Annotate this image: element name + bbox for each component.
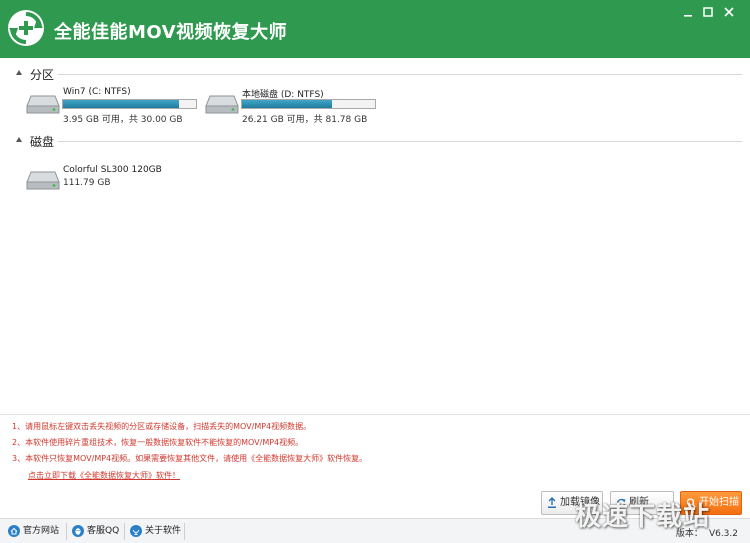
disk-size: 111.79 GB	[63, 178, 111, 188]
status-divider	[124, 523, 125, 540]
app-logo-icon	[7, 9, 45, 47]
section-divider	[58, 74, 742, 75]
upload-icon	[548, 497, 556, 508]
hard-drive-icon	[26, 171, 60, 190]
section-divider	[58, 141, 742, 142]
collapse-arrow-icon[interactable]	[16, 137, 22, 142]
minimize-icon	[684, 15, 692, 17]
support-qq-link[interactable]: 客服QQ	[72, 524, 119, 540]
disk-name: Colorful SL300 120GB	[63, 165, 162, 175]
website-link[interactable]: 官方网站	[8, 524, 59, 540]
maximize-icon	[703, 7, 713, 17]
website-label: 官方网站	[23, 526, 60, 536]
close-button[interactable]	[719, 3, 739, 21]
partition-size: 26.21 GB 可用，共 81.78 GB	[242, 115, 368, 125]
partition-usage-bar	[62, 99, 197, 109]
about-label: 关于软件	[145, 526, 182, 536]
usage-tips: 1、请用鼠标左键双击丢失视频的分区或存储设备，扫描丢失的MOV/MP4视频数据。…	[12, 419, 367, 484]
partitions-section-title: 分区	[30, 68, 55, 82]
disks-section-title: 磁盘	[30, 135, 55, 149]
tip-line: 1、请用鼠标左键双击丢失视频的分区或存储设备，扫描丢失的MOV/MP4视频数据。	[12, 422, 312, 431]
maximize-button[interactable]	[698, 3, 718, 21]
close-icon	[724, 7, 734, 17]
hard-drive-icon	[26, 95, 60, 114]
hard-drive-icon	[205, 95, 239, 114]
partition-item-c[interactable]: Win7 (C: NTFS) 3.95 GB 可用，共 30.00 GB	[26, 87, 206, 125]
qq-icon	[72, 525, 84, 537]
support-qq-label: 客服QQ	[87, 526, 120, 536]
disks-section-header[interactable]: 磁盘	[8, 133, 742, 149]
site-watermark: 极速下载站	[575, 502, 711, 532]
tips-separator	[0, 414, 750, 415]
partition-usage-bar	[241, 99, 376, 109]
disk-item[interactable]: Colorful SL300 120GB 111.79 GB	[26, 163, 206, 193]
partitions-section-header[interactable]: 分区	[8, 66, 742, 82]
status-divider	[184, 523, 185, 540]
partition-name: Win7 (C: NTFS)	[63, 87, 131, 97]
tip-line: 2、本软件使用碎片重组技术，恢复一般数据恢复软件不能恢复的MOV/MP4视频。	[12, 438, 304, 447]
partition-usage-fill	[242, 100, 333, 108]
minimize-button[interactable]	[678, 3, 698, 21]
title-bar: 全能佳能MOV视频恢复大师	[0, 0, 750, 58]
partition-item-d[interactable]: 本地磁盘 (D: NTFS) 26.21 GB 可用，共 81.78 GB	[205, 87, 385, 125]
about-link[interactable]: 关于软件	[130, 524, 181, 540]
collapse-arrow-icon[interactable]	[16, 70, 22, 75]
app-title: 全能佳能MOV视频恢复大师	[54, 22, 288, 43]
download-recovery-link[interactable]: 点击立即下载《全能数据恢复大师》软件！	[28, 468, 180, 484]
tip-line: 3、本软件只恢复MOV/MP4视频。如果需要恢复其他文件，请使用《全能数据恢复大…	[12, 454, 368, 463]
partition-size: 3.95 GB 可用，共 30.00 GB	[63, 115, 183, 125]
home-icon	[8, 525, 20, 537]
version-number: V6.3.2	[708, 529, 738, 539]
status-divider	[66, 523, 67, 540]
partition-usage-fill	[63, 100, 179, 108]
about-icon	[130, 525, 142, 537]
